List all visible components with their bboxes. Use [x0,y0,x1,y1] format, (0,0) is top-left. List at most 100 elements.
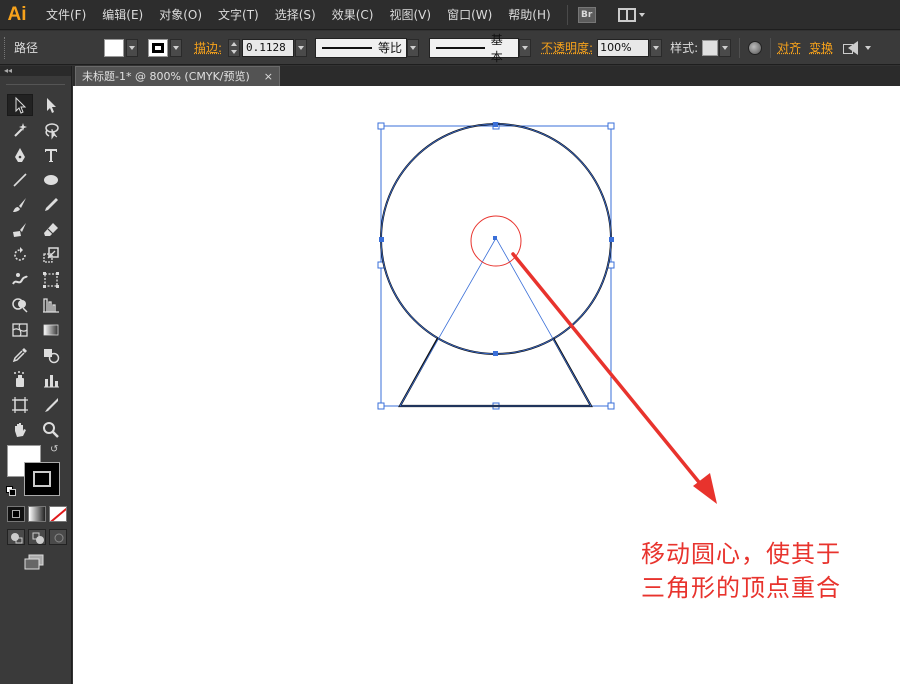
document-tab[interactable]: 未标题-1* @ 800% (CMYK/预览) × [75,66,280,86]
rotate-tool-icon[interactable] [7,244,33,266]
toolbox-grip[interactable] [6,84,65,94]
pen-tool-icon[interactable] [7,144,33,166]
control-bar: 路径 描边: 0.1128 等比 基本 不透明度: 100% 样式: 对齐 变换 [0,31,900,65]
annotation-line-1: 移动圆心，使其于 [641,540,841,568]
selection-tool-icon[interactable] [7,94,33,116]
artboard-tool-icon[interactable] [7,394,33,416]
none-mode-button[interactable] [49,506,67,522]
fill-swatch[interactable] [104,38,124,57]
menu-item[interactable]: 效果(C) [324,6,382,23]
artboard-canvas[interactable]: 移动圆心，使其于 三角形的顶点重合 [73,86,900,684]
triangle-path-highlight [399,237,592,407]
annotation-arrow-shaft [511,252,709,494]
zoom-tool-icon[interactable] [38,419,64,441]
paintbrush-tool-icon[interactable] [7,194,33,216]
eraser-tool-icon[interactable] [38,219,64,241]
recolor-artwork-icon[interactable] [748,40,763,55]
opacity-panel-link[interactable]: 不透明度: [541,39,593,56]
document-tab-title: 未标题-1* @ 800% (CMYK/预览) [82,70,250,83]
stroke-weight-input[interactable]: 0.1128 [242,38,295,57]
control-divider [739,37,741,58]
draw-normal-button[interactable] [7,529,25,545]
ellipse-tool-icon[interactable] [38,169,64,191]
menu-item[interactable]: 窗口(W) [439,6,500,23]
eyedropper-tool-icon[interactable] [7,344,33,366]
default-fill-stroke-icon[interactable] [6,486,16,496]
control-menu-chevron-icon[interactable] [865,45,872,50]
brush-definition-dropdown[interactable]: 基本 [429,33,520,64]
graphic-style-dropdown[interactable] [719,38,732,57]
panel-grip[interactable] [4,36,8,59]
brush-dropdown-arrow[interactable] [519,38,532,57]
direct-selection-tool-icon[interactable] [38,94,64,116]
slice-tool-icon[interactable] [38,394,64,416]
triangle-apex-point [493,236,497,240]
menu-list: 文件(F) 编辑(E) 对象(O) 文字(T) 选择(S) 效果(C) 视图(V) 窗口(W)… [38,6,559,23]
close-tab-icon[interactable]: × [264,67,273,86]
gradient-tool-icon[interactable] [38,319,64,341]
menu-item[interactable]: 对象(O) [151,6,210,23]
stroke-inner-icon [33,471,51,487]
warp-tool-icon[interactable] [7,269,33,291]
scale-tool-icon[interactable] [38,244,64,266]
draw-inside-button[interactable] [49,529,67,545]
shape-builder-tool-icon[interactable] [7,294,33,316]
hand-tool-icon[interactable] [7,419,33,441]
profile-dropdown-arrow[interactable] [407,38,420,57]
brush-line-icon [436,46,485,49]
graphic-style-swatch[interactable] [702,39,719,56]
annotation-line-2: 三角形的顶点重合 [641,574,841,602]
toolbox-collapse[interactable]: ◂◂ [0,66,71,76]
stroke-weight-spinner[interactable] [228,38,241,57]
blend-tool-icon[interactable] [38,344,64,366]
lasso-tool-icon[interactable] [38,119,64,141]
illustrator-window: Ai 文件(F) 编辑(E) 对象(O) 文字(T) 选择(S) 效果(C) 视图(V) 窗口… [0,0,900,684]
tools-panel: ◂◂ ↺ [0,66,72,684]
magic-wand-tool-icon[interactable] [7,119,33,141]
fill-dropdown[interactable] [126,38,138,57]
menu-bar: Ai 文件(F) 编辑(E) 对象(O) 文字(T) 选择(S) 效果(C) 视图(V) 窗口… [0,0,900,30]
opacity-input[interactable]: 100% [597,38,650,57]
profile-label: 等比 [378,41,403,55]
stroke-panel-link[interactable]: 描边: [194,39,222,56]
control-divider [770,37,772,58]
bridge-button[interactable]: Br [577,6,596,23]
gradient-mode-button[interactable] [28,506,46,522]
mesh-tool-icon[interactable] [7,319,33,341]
style-label: 样式: [670,41,699,55]
type-tool-icon[interactable] [38,144,64,166]
variable-width-profile-dropdown[interactable]: 等比 [315,37,408,58]
column-graph-tool-icon[interactable] [38,369,64,391]
perspective-grid-tool-icon[interactable] [38,294,64,316]
menu-item[interactable]: 选择(S) [267,6,324,23]
screen-mode-button[interactable] [22,553,48,573]
swap-fill-stroke-icon[interactable]: ↺ [50,445,60,455]
menu-item[interactable]: 视图(V) [381,6,439,23]
workspace-switcher[interactable] [617,7,645,22]
menu-item[interactable]: 编辑(E) [94,6,151,23]
transform-panel-link[interactable]: 变换 [809,39,833,56]
menu-item[interactable]: 帮助(H) [500,6,558,23]
blob-brush-tool-icon[interactable] [7,219,33,241]
align-panel-link[interactable]: 对齐 [777,39,801,56]
highlight-circle [470,215,522,267]
isolate-object-icon[interactable] [843,40,859,55]
color-mode-button[interactable] [7,506,25,522]
selection-type-label: 路径 [14,41,39,55]
stroke-dropdown[interactable] [170,38,182,57]
stroke-icon [152,42,164,53]
pencil-tool-icon[interactable] [38,194,64,216]
app-logo: Ai [7,3,27,25]
draw-behind-button[interactable] [28,529,46,545]
opacity-dropdown[interactable] [650,38,663,57]
symbol-sprayer-tool-icon[interactable] [7,369,33,391]
line-segment-tool-icon[interactable] [7,169,33,191]
free-transform-tool-icon[interactable] [38,269,64,291]
menu-divider [566,4,568,25]
stroke-weight-dropdown[interactable] [295,38,308,57]
chevron-down-icon [638,12,645,17]
stroke-color-box[interactable] [24,462,60,496]
stroke-swatch[interactable] [148,38,168,57]
menu-item[interactable]: 文件(F) [38,6,94,23]
menu-item[interactable]: 文字(T) [210,6,267,23]
